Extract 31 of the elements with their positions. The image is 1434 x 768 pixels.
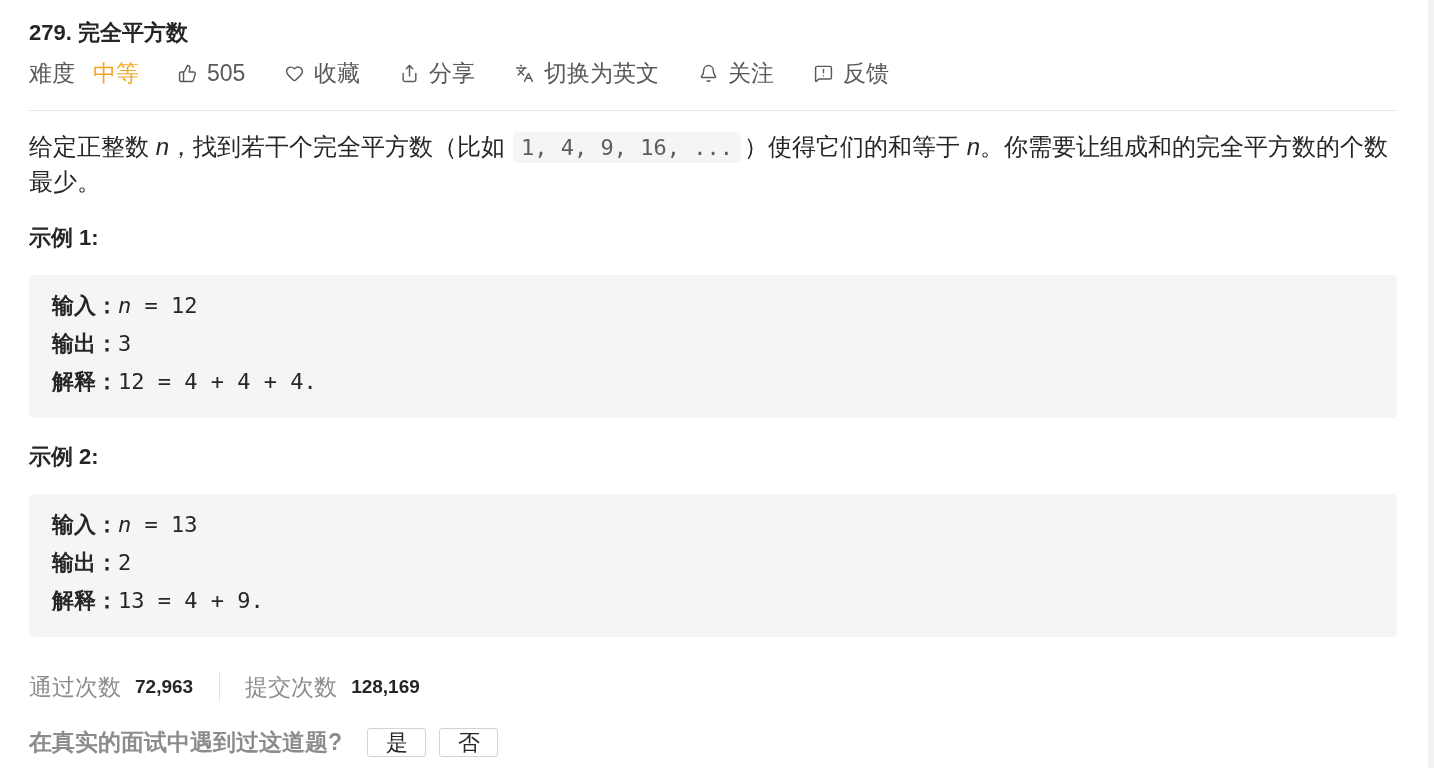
example-line: 解释：12 = 4 + 4 + 4. — [52, 368, 317, 396]
problem-description: 给定正整数 n，找到若干个完全平方数（比如 1, 4, 9, 16, ... ）使得它们的和等于 n。你需要让组成和的完全平方数的个数最少。 — [29, 131, 1389, 197]
difficulty-label: 难度 — [29, 59, 75, 88]
stat-label: 通过次数 — [29, 673, 121, 702]
problem-title: 279. 完全平方数 — [29, 19, 189, 47]
translate-button[interactable]: 切换为英文 — [515, 56, 660, 90]
speech-bubble-icon — [814, 63, 834, 83]
stat-label: 提交次数 — [245, 673, 338, 702]
difficulty-value: 中等 — [93, 59, 139, 88]
example-line: 输出：2 — [52, 549, 132, 577]
stat-value: 72,963 — [135, 675, 194, 699]
share-button[interactable]: 分享 — [400, 56, 476, 90]
heart-icon — [285, 63, 305, 83]
thumbs-up-icon — [178, 63, 197, 83]
example-line: 输入：n = 12 — [52, 292, 198, 320]
example-heading: 示例 1: — [29, 224, 100, 252]
bell-icon — [699, 63, 719, 83]
interview-question: 在真实的面试中遇到过这道题? — [29, 728, 343, 757]
share-icon — [400, 63, 420, 83]
favorite-button[interactable]: 收藏 — [285, 56, 361, 90]
example-heading: 示例 2: — [29, 443, 100, 471]
like-button[interactable]: 505 — [178, 56, 246, 90]
translate-icon — [515, 63, 535, 83]
stat-value: 128,169 — [351, 675, 420, 699]
example-line: 输出：3 — [52, 330, 132, 358]
follow-button[interactable]: 关注 — [699, 56, 775, 90]
answer-button[interactable]: 否 — [439, 727, 499, 757]
example-line: 解释：13 = 4 + 9. — [52, 587, 264, 615]
feedback-button[interactable]: 反馈 — [814, 56, 890, 90]
example-line: 输入：n = 13 — [52, 511, 198, 539]
answer-button[interactable]: 是 — [367, 727, 427, 757]
